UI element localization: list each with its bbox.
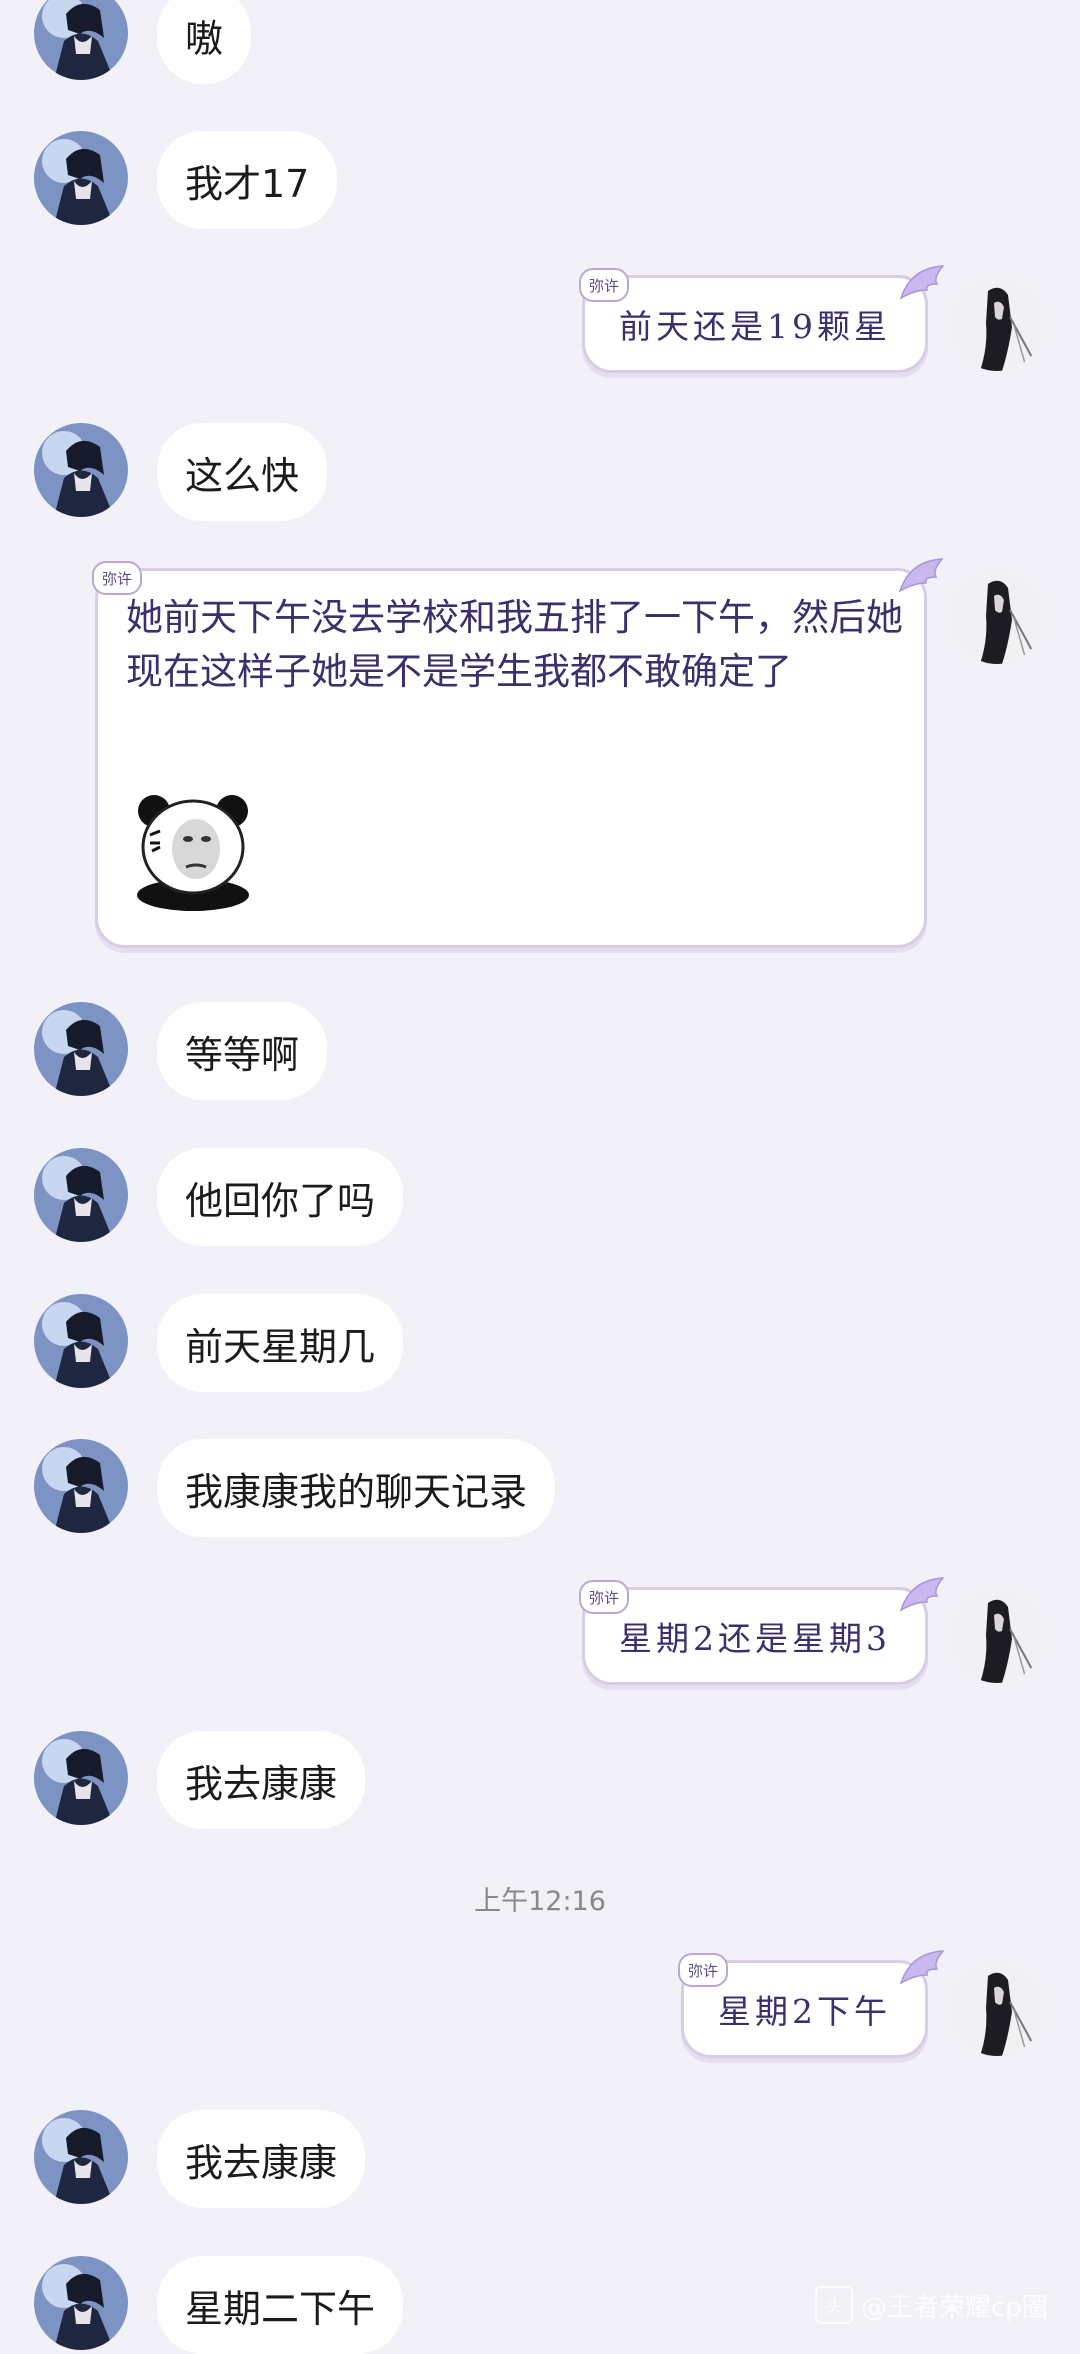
watermark: 头 @王者荣耀cp圈 <box>815 2283 1048 2327</box>
my-avatar[interactable] <box>950 277 1044 371</box>
message-bubble[interactable]: 我去康康 <box>157 1731 366 1829</box>
message-text: 星期二下午 <box>185 2286 376 2331</box>
message-text: 前天还是19颗星 <box>619 307 891 346</box>
message-text: 这么快 <box>185 453 300 498</box>
wing-icon <box>898 558 944 593</box>
contact-avatar[interactable] <box>34 0 128 80</box>
bubble-tag: 弥许 <box>678 1953 728 1987</box>
my-avatar[interactable] <box>950 1962 1044 2056</box>
message-text: 她前天下午没去学校和我五排了一下午，然后她现在这样子她是不是学生我都不敢确定了 <box>126 596 903 693</box>
contact-avatar[interactable] <box>34 1439 128 1533</box>
wing-icon <box>899 1577 945 1612</box>
contact-avatar[interactable] <box>34 131 128 225</box>
message-text: 他回你了吗 <box>185 1178 376 1223</box>
contact-avatar[interactable] <box>34 423 128 517</box>
watermark-text: @王者荣耀cp圈 <box>861 2292 1048 2323</box>
message-bubble[interactable]: 我去康康 <box>157 2110 366 2208</box>
message-bubble[interactable]: 星期二下午 <box>157 2256 404 2354</box>
contact-avatar[interactable] <box>34 1002 128 1096</box>
message-bubble[interactable]: 弥许 前天还是19颗星 <box>579 265 945 373</box>
contact-avatar[interactable] <box>34 1731 128 1825</box>
bubble-tag: 弥许 <box>579 1580 629 1614</box>
wing-icon <box>899 265 945 300</box>
contact-avatar[interactable] <box>34 2110 128 2204</box>
contact-avatar[interactable] <box>34 2256 128 2350</box>
message-bubble[interactable]: 前天星期几 <box>157 1294 404 1392</box>
message-text: 嗷 <box>185 16 224 61</box>
watermark-logo-icon: 头 <box>815 2286 853 2324</box>
message-bubble[interactable]: 嗷 <box>157 0 252 84</box>
message-text: 我才17 <box>185 161 310 206</box>
message-bubble[interactable]: 弥许 星期2还是星期3 <box>579 1577 945 1685</box>
message-bubble[interactable]: 我才17 <box>157 131 338 229</box>
message-bubble[interactable]: 等等啊 <box>157 1002 328 1100</box>
message-bubble[interactable]: 我康康我的聊天记录 <box>157 1439 556 1537</box>
bubble-tag: 弥许 <box>92 561 142 595</box>
message-text: 我康康我的聊天记录 <box>185 1469 528 1514</box>
my-avatar[interactable] <box>950 570 1044 664</box>
bubble-tag: 弥许 <box>579 268 629 302</box>
my-avatar[interactable] <box>950 1589 1044 1683</box>
timestamp: 上午12:16 <box>474 1886 606 1917</box>
message-bubble[interactable]: 弥许 她前天下午没去学校和我五排了一下午，然后她现在这样子她是不是学生我都不敢确… <box>92 558 944 948</box>
contact-avatar[interactable] <box>34 1294 128 1388</box>
panda-meme-sticker[interactable] <box>128 783 258 913</box>
message-bubble[interactable]: 这么快 <box>157 423 328 521</box>
contact-avatar[interactable] <box>34 1148 128 1242</box>
message-bubble[interactable]: 弥许 星期2下午 <box>678 1950 945 2058</box>
wing-icon <box>899 1950 945 1985</box>
message-bubble[interactable]: 他回你了吗 <box>157 1148 404 1246</box>
message-text: 星期2下午 <box>718 1992 891 2031</box>
message-text: 等等啊 <box>185 1032 300 1077</box>
message-text: 星期2还是星期3 <box>619 1619 891 1658</box>
message-text: 我去康康 <box>185 1761 338 1806</box>
message-text: 前天星期几 <box>185 1324 376 1369</box>
message-text: 我去康康 <box>185 2140 338 2185</box>
